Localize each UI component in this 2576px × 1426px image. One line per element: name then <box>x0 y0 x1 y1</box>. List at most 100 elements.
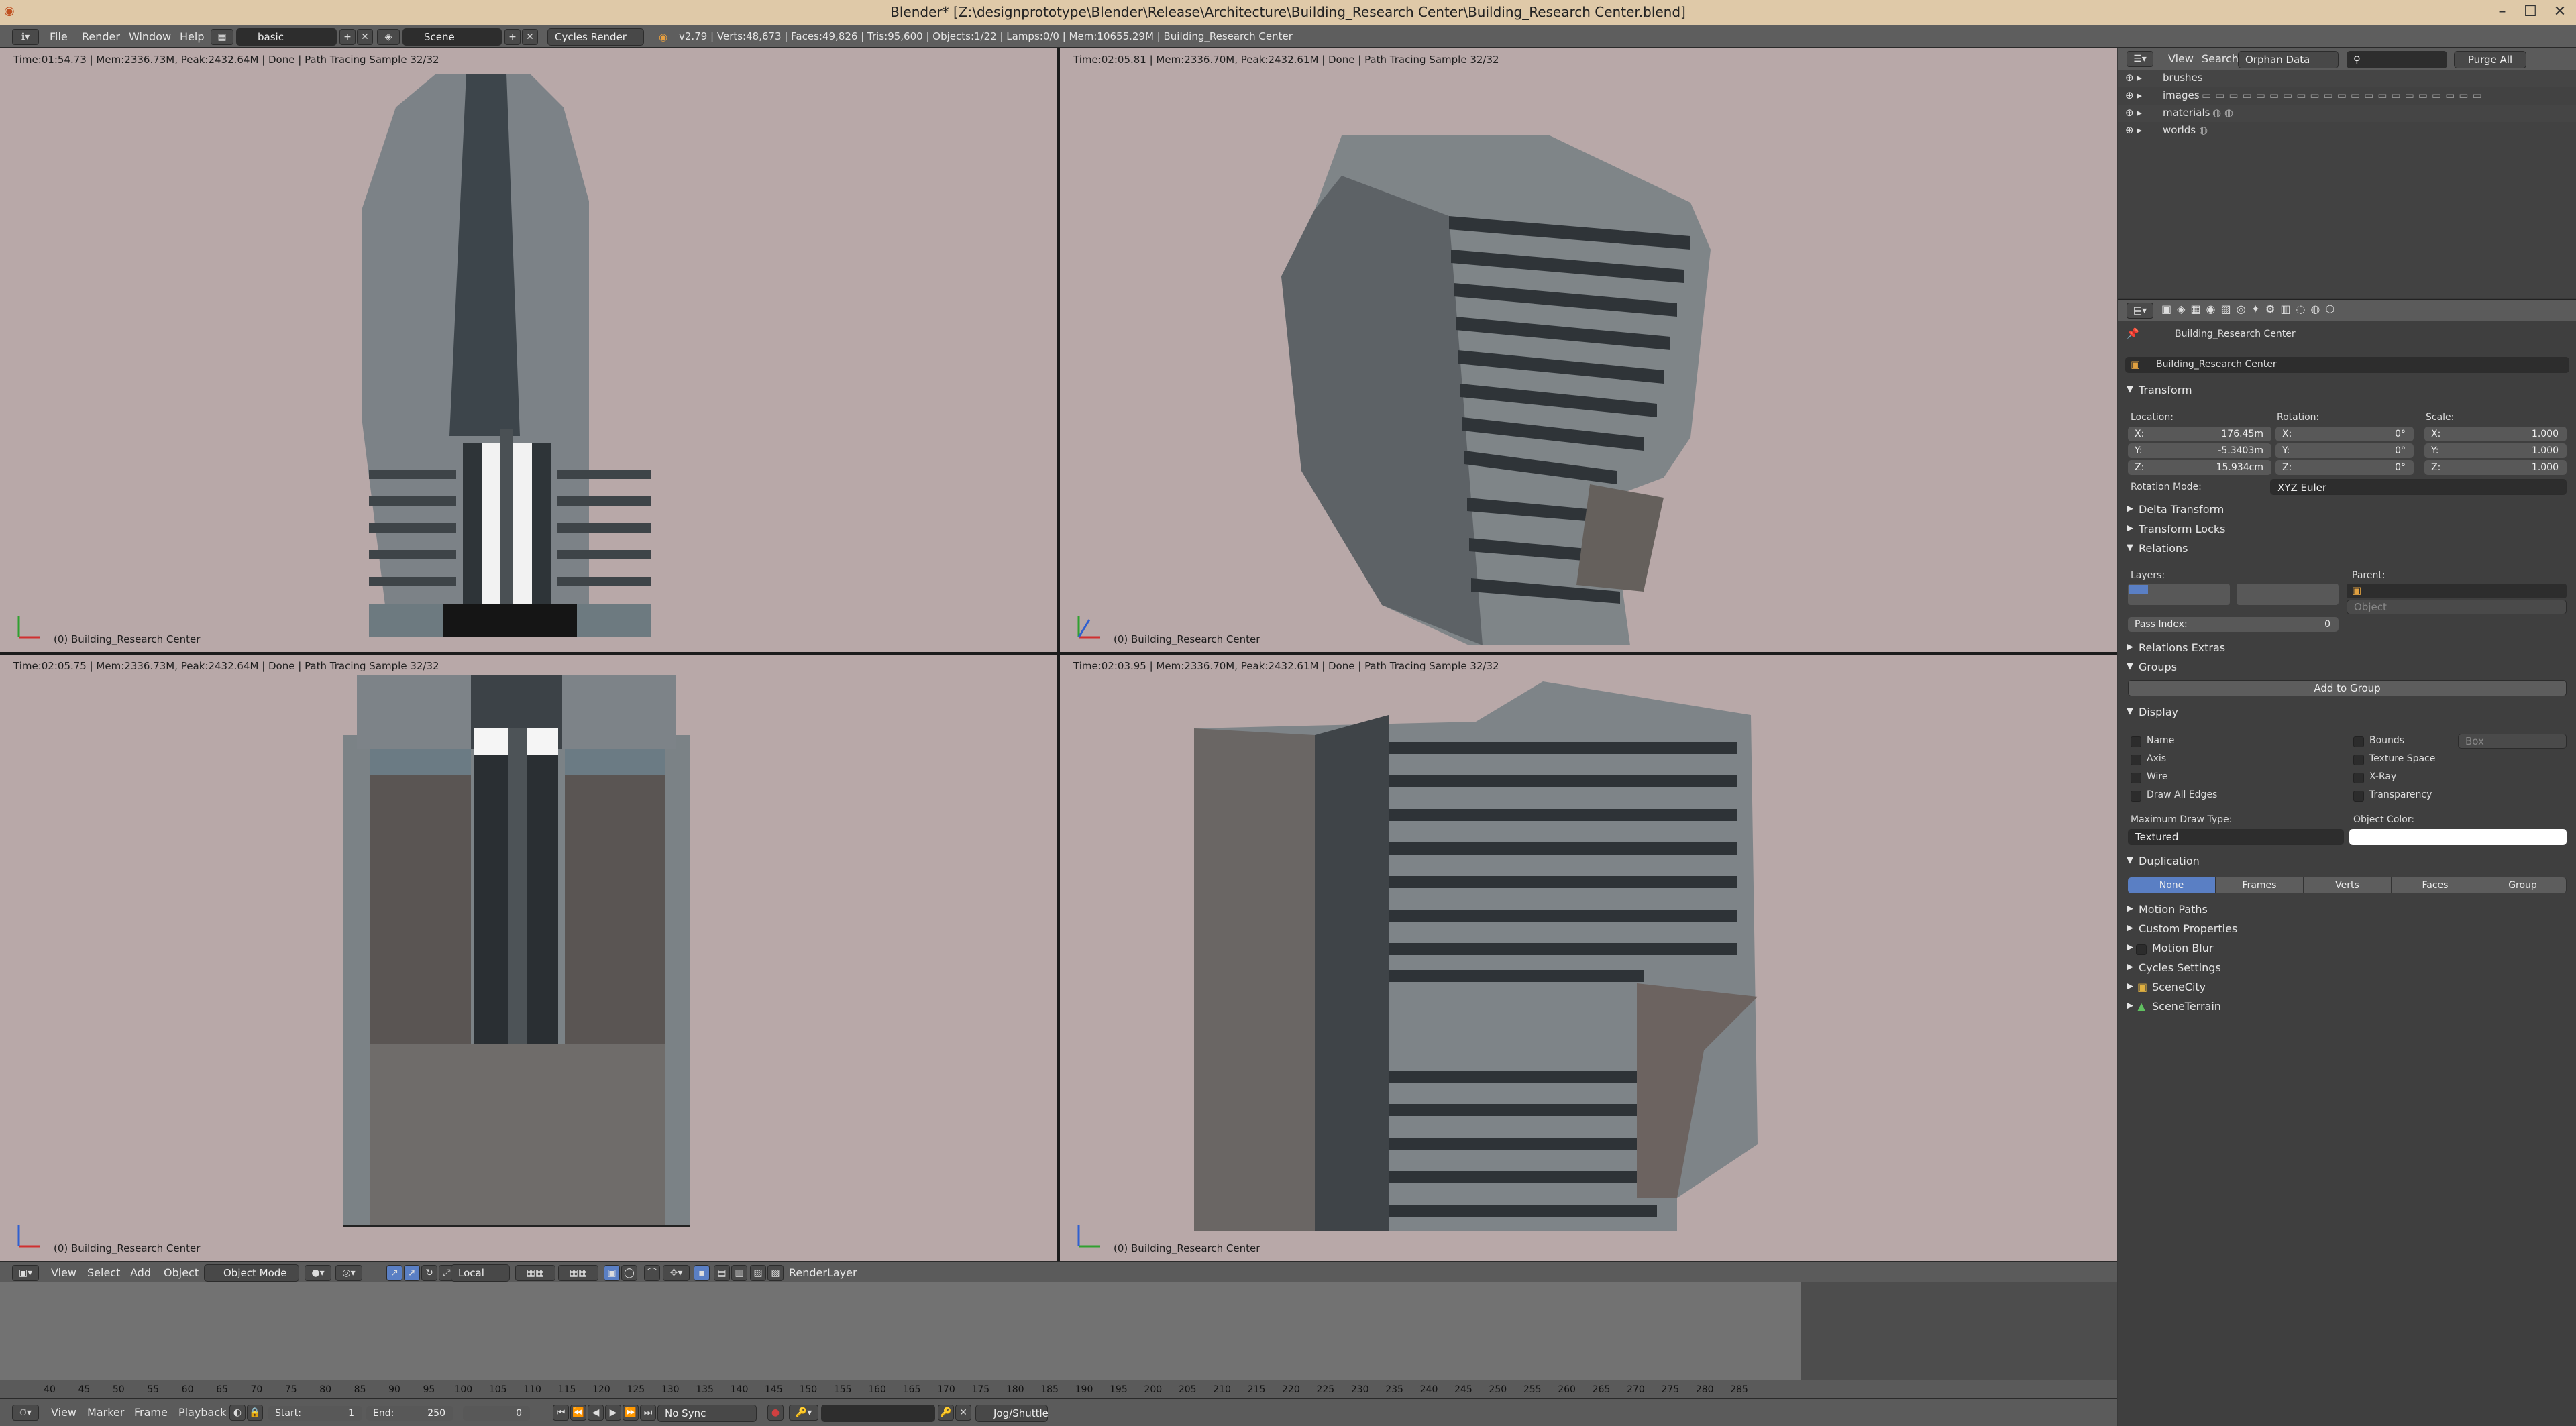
record-icon[interactable]: ● <box>767 1405 784 1421</box>
bounds-type-dropdown[interactable]: Box <box>2458 734 2567 749</box>
cycles-settings-panel-header[interactable]: ▶ Cycles Settings <box>2118 961 2576 977</box>
object-name-field[interactable]: ▣ Building_Research Center <box>2125 357 2569 373</box>
translate-icon[interactable]: ➚ <box>404 1265 420 1281</box>
motion-blur-checkbox[interactable] <box>2136 944 2147 955</box>
editor-type-icon[interactable]: ⏱▾ <box>12 1405 39 1421</box>
preview-range-icon[interactable]: ◐ <box>229 1405 246 1421</box>
render-engine-dropdown[interactable]: Cycles Render <box>547 28 644 46</box>
pass-index-field[interactable]: Pass Index: 0 <box>2128 617 2339 632</box>
viewport-top-right[interactable]: Time:02:05.81 | Mem:2336.70M, Peak:2432.… <box>1060 48 2117 652</box>
jump-end-icon[interactable]: ⏭ <box>640 1405 656 1421</box>
display-mode-dropdown[interactable]: Orphan Data <box>2238 51 2339 68</box>
menu-view[interactable]: View <box>2168 52 2194 65</box>
viewport-bottom-left[interactable]: Time:02:05.75 | Mem:2336.73M, Peak:2432.… <box>0 655 1057 1261</box>
timeline-ruler[interactable]: 40 45 50 55 60 65 70 75 80 85 90 95 100 105 110 115 120 1… <box>0 1380 2117 1398</box>
prev-keyframe-icon[interactable]: ⏪ <box>570 1405 586 1421</box>
outliner-item[interactable]: ⊕ ▸ brushes <box>2118 70 2576 87</box>
scale-z-field[interactable]: Z: 1.000 <box>2424 460 2567 475</box>
viewport-top-left[interactable]: Time:01:54.73 | Mem:2336.73M, Peak:2432.… <box>0 48 1057 652</box>
sync-dropdown[interactable]: No Sync <box>657 1405 757 1422</box>
menu-playback[interactable]: Playback <box>178 1406 226 1419</box>
editor-type-icon[interactable]: ℹ▾ <box>12 29 39 45</box>
show-wire-checkbox[interactable] <box>2131 773 2141 783</box>
mode-dropdown[interactable]: Object Mode <box>204 1264 299 1282</box>
show-axis-checkbox[interactable] <box>2131 755 2141 765</box>
layers-grid-b[interactable] <box>2237 584 2339 605</box>
delete-key-icon[interactable]: ✕ <box>955 1405 971 1421</box>
render-image-icon[interactable]: ▤ <box>714 1265 730 1281</box>
active-layer[interactable] <box>2129 585 2148 594</box>
lock-range-icon[interactable]: 🔒 <box>247 1405 263 1421</box>
parent-field[interactable]: ▣ <box>2347 584 2567 598</box>
delta-transform-panel-header[interactable]: ▶ Delta Transform <box>2118 503 2576 519</box>
outliner-item[interactable]: ⊕ ▸ images ▭▭▭▭▭▭▭▭▭▭▭▭▭▭▭▭▭▭▭▭▭ <box>2118 87 2576 105</box>
menu-view[interactable]: View <box>51 1266 76 1279</box>
render-layer-label[interactable]: RenderLayer <box>789 1266 857 1279</box>
minimize-button[interactable]: – <box>2489 1 2516 23</box>
editor-type-icon[interactable]: ☰▾ <box>2127 51 2153 67</box>
play-icon[interactable]: ▶ <box>605 1405 621 1421</box>
outliner-search-input[interactable]: ⚲ <box>2347 51 2447 68</box>
end-frame-field[interactable]: End: 250 <box>366 1406 453 1421</box>
scale-y-field[interactable]: Y: 1.000 <box>2424 443 2567 458</box>
menu-marker[interactable]: Marker <box>87 1406 124 1419</box>
layout-remove-icon[interactable]: ✕ <box>357 29 373 45</box>
rotate-icon[interactable]: ↻ <box>421 1265 437 1281</box>
layers-grid-2-icon[interactable]: ▦▦ <box>558 1265 598 1281</box>
scene-remove-icon[interactable]: ✕ <box>522 29 538 45</box>
pin-icon[interactable]: 📌 <box>2127 327 2139 339</box>
proportional-falloff-icon[interactable]: ⌒ <box>644 1265 660 1281</box>
layout-add-icon[interactable]: + <box>339 29 356 45</box>
render-layer-icon[interactable]: ▧ <box>767 1265 784 1281</box>
show-name-checkbox[interactable] <box>2131 736 2141 747</box>
location-y-field[interactable]: Y: -5.3403m <box>2128 443 2271 458</box>
duplication-verts-tab[interactable]: Verts <box>2304 877 2392 893</box>
layers-grid-icon[interactable]: ▦▦ <box>515 1265 555 1281</box>
duplication-panel-header[interactable]: ▼ Duplication <box>2118 855 2576 871</box>
custom-properties-panel-header[interactable]: ▶ Custom Properties <box>2118 922 2576 938</box>
openGL-render-icon[interactable]: ▨ <box>750 1265 766 1281</box>
location-z-field[interactable]: Z: 15.934cm <box>2128 460 2271 475</box>
show-bounds-checkbox[interactable] <box>2353 736 2364 747</box>
viewport-bottom-right[interactable]: Time:02:03.95 | Mem:2336.70M, Peak:2432.… <box>1060 655 2117 1261</box>
manipulator-icon[interactable]: ↗ <box>386 1265 402 1281</box>
jog-shuttle-button[interactable]: Jog/Shuttle <box>975 1405 1049 1422</box>
menu-search[interactable]: Search <box>2202 52 2239 65</box>
max-draw-type-dropdown[interactable]: Textured <box>2128 829 2344 845</box>
xray-checkbox[interactable] <box>2353 773 2364 783</box>
layout-field[interactable]: basic <box>236 28 337 46</box>
viewport-shading-icon[interactable]: ●▾ <box>305 1265 331 1281</box>
start-frame-field[interactable]: Start: 1 <box>268 1406 362 1421</box>
outliner-item[interactable]: ⊕ ▸ worlds ◍ <box>2118 122 2576 140</box>
duplication-group-tab[interactable]: Group <box>2479 877 2567 893</box>
close-button[interactable]: ✕ <box>2546 1 2573 23</box>
menu-render[interactable]: Render <box>82 30 120 43</box>
rotation-y-field[interactable]: Y: 0° <box>2275 443 2414 458</box>
property-context-tabs[interactable]: ▣◈▦◉▨◎✦⚙▥◌◍⬡ <box>2161 303 2340 315</box>
scenecity-panel-header[interactable]: ▶ ▣ SceneCity <box>2118 981 2576 997</box>
properties-editor[interactable]: ▤▾ ▣◈▦◉▨◎✦⚙▥◌◍⬡ 📌 Building_Research Cent… <box>2118 299 2576 1426</box>
duplication-faces-tab[interactable]: Faces <box>2392 877 2479 893</box>
menu-frame[interactable]: Frame <box>134 1406 168 1419</box>
parent-type-dropdown[interactable]: Object <box>2347 600 2567 614</box>
editor-type-icon[interactable]: ▤▾ <box>2127 303 2153 319</box>
render-animation-icon[interactable]: ▥ <box>731 1265 747 1281</box>
draw-all-edges-checkbox[interactable] <box>2131 791 2141 802</box>
duplication-none-tab[interactable]: None <box>2128 877 2216 893</box>
menu-select[interactable]: Select <box>87 1266 120 1279</box>
menu-object[interactable]: Object <box>164 1266 199 1279</box>
groups-panel-header[interactable]: ▼ Groups <box>2118 661 2576 677</box>
relations-extras-panel-header[interactable]: ▶ Relations Extras <box>2118 641 2576 657</box>
scene-icon[interactable]: ◈ <box>377 29 400 45</box>
snap-target-icon[interactable]: ▪ <box>694 1265 710 1281</box>
play-reverse-icon[interactable]: ◀ <box>588 1405 604 1421</box>
pivot-point-icon[interactable]: ◎▾ <box>335 1265 362 1281</box>
timeline-editor[interactable]: 40 45 50 55 60 65 70 75 80 85 90 95 100 105 110 115 120 1… <box>0 1282 2117 1398</box>
menu-view[interactable]: View <box>51 1406 76 1419</box>
current-frame-field[interactable]: 0 <box>463 1406 530 1421</box>
location-x-field[interactable]: X: 176.45m <box>2128 427 2271 441</box>
motion-blur-panel-header[interactable]: ▶ Motion Blur <box>2118 942 2576 958</box>
insert-key-icon[interactable]: 🔑 <box>938 1405 954 1421</box>
outliner-editor[interactable]: ☰▾ View Search Orphan Data ⚲ Purge All ⊕… <box>2118 48 2576 298</box>
sceneterrain-panel-header[interactable]: ▶ ▲ SceneTerrain <box>2118 1000 2576 1016</box>
